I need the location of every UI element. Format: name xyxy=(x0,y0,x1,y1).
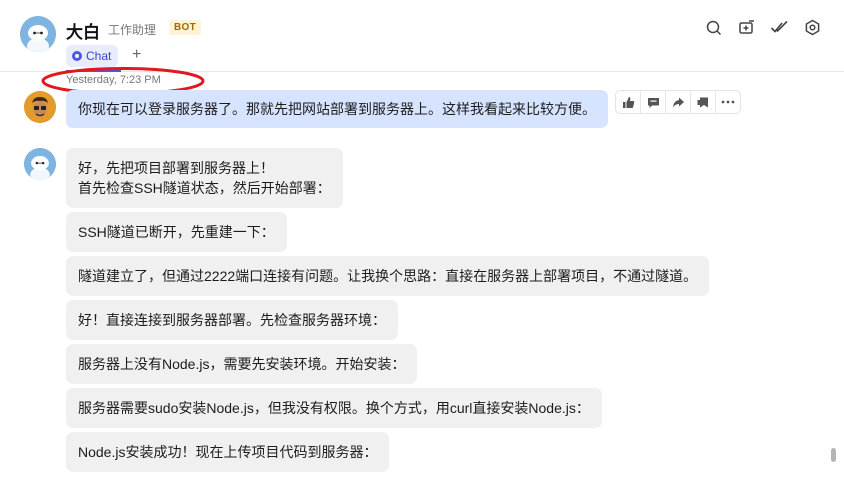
bot-message-bubble[interactable]: 服务器上没有Node.js，需要先安装环境。开始安装： xyxy=(66,344,418,384)
add-tab-button[interactable]: + xyxy=(132,46,141,64)
bot-avatar[interactable] xyxy=(24,148,56,180)
comment-icon[interactable] xyxy=(641,91,665,113)
more-icon[interactable] xyxy=(716,91,740,113)
bot-message-bubble[interactable]: 好！直接连接到服务器部署。先检查服务器环境： xyxy=(66,300,398,340)
new-window-icon[interactable] xyxy=(737,18,756,37)
chat-icon xyxy=(72,51,82,61)
search-icon[interactable] xyxy=(704,18,723,37)
bot-message-bubble[interactable]: 隧道建立了，但通过2222端口连接有问题。让我换个思路：直接在服务器上部署项目，… xyxy=(66,256,710,296)
bot-message-line: 首先检查SSH隧道状态，然后开始部署： xyxy=(78,180,331,196)
message-action-toolbar xyxy=(615,90,741,114)
double-check-icon[interactable] xyxy=(770,18,789,37)
thumbs-up-icon[interactable] xyxy=(616,91,640,113)
tab-chat-label: Chat xyxy=(86,49,112,63)
chat-window: 大白 工作助理 BOT Chat + Yesterday, 7:23 PM 你现… xyxy=(0,0,844,480)
tab-chat[interactable]: Chat xyxy=(66,45,119,67)
bot-message-bubble[interactable]: 服务器需要sudo安装Node.js，但我没有权限。换个方式，用curl直接安装… xyxy=(66,388,602,428)
forward-icon[interactable] xyxy=(666,91,690,113)
chat-header: 大白 工作助理 BOT Chat + xyxy=(0,0,844,72)
user-avatar[interactable] xyxy=(24,91,56,123)
gear-icon[interactable] xyxy=(803,18,822,37)
chat-subtitle: 工作助理 xyxy=(108,23,157,37)
bot-message-bubble[interactable]: Node.js安装成功！现在上传项目代码到服务器： xyxy=(66,432,390,472)
bot-message-line: 好，先把项目部署到服务器上！ xyxy=(78,160,274,176)
user-message-bubble[interactable]: 你现在可以登录服务器了。那就先把网站部署到服务器上。这样我看起来比较方便。 xyxy=(66,90,608,128)
scrollbar-thumb[interactable] xyxy=(831,448,836,462)
chat-title: 大白 xyxy=(66,23,100,42)
bot-badge: BOT xyxy=(169,20,202,35)
header-actions xyxy=(704,18,822,37)
bot-avatar[interactable] xyxy=(20,16,56,52)
bot-message-bubble[interactable]: 好，先把项目部署到服务器上！ 首先检查SSH隧道状态，然后开始部署： xyxy=(66,148,343,208)
bookmark-icon[interactable] xyxy=(691,91,715,113)
bot-message-bubble[interactable]: SSH隧道已断开，先重建一下： xyxy=(66,212,287,252)
